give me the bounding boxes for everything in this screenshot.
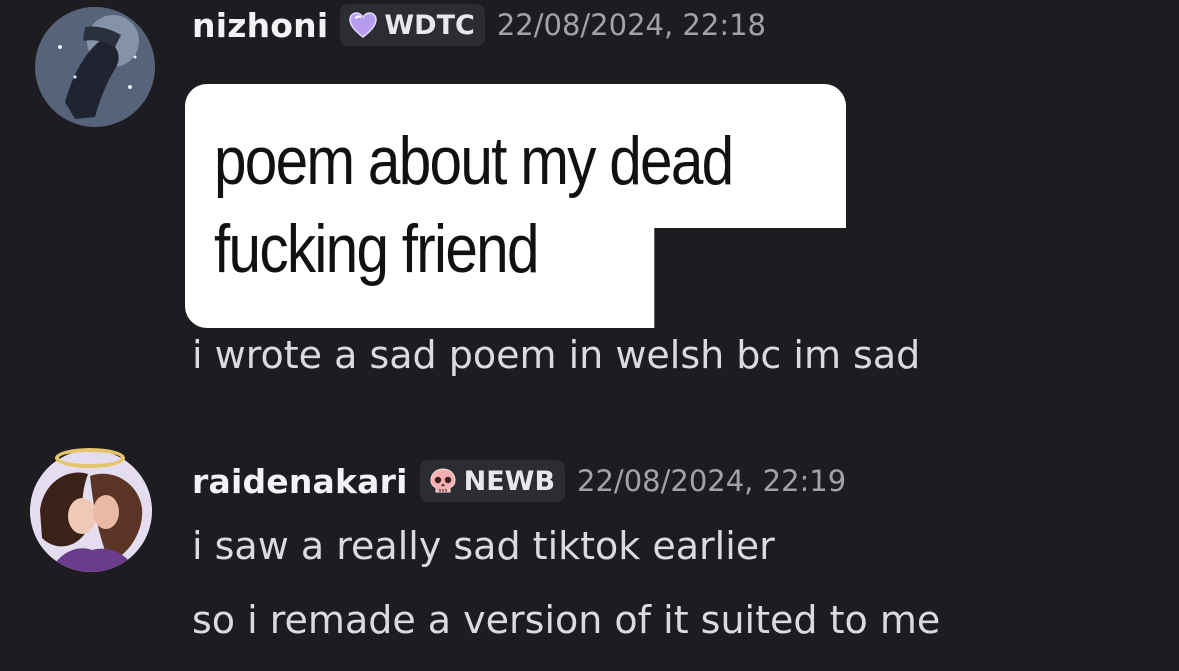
role-badge[interactable]: WDTC: [340, 4, 485, 46]
avatar-couple-icon: [30, 450, 152, 572]
role-badge[interactable]: NEWB: [419, 460, 566, 502]
halo-icon: [55, 448, 125, 468]
chat-log: nizhoni WDTC 22/08/2024, 22:18 poem abou…: [0, 0, 1179, 671]
avatar-figure-icon: [35, 7, 155, 127]
message-text: so i remade a version of it suited to me: [192, 598, 941, 642]
badge-label: NEWB: [463, 465, 556, 497]
skull-icon: [430, 468, 456, 493]
timestamp: 22/08/2024, 22:19: [577, 464, 847, 498]
message-text: i wrote a sad poem in welsh bc im sad: [192, 333, 921, 377]
timestamp: 22/08/2024, 22:18: [496, 8, 766, 42]
caption-overlay-text: poem about my dead fucking friend: [214, 123, 734, 287]
message: raidenakari NEWB 22/08/2024, 22:19 i saw…: [0, 440, 1179, 671]
message-header: nizhoni WDTC 22/08/2024, 22:18: [192, 4, 766, 46]
avatar[interactable]: [30, 450, 152, 572]
username[interactable]: nizhoni: [192, 6, 328, 45]
avatar[interactable]: [35, 7, 155, 127]
username[interactable]: raidenakari: [192, 462, 408, 501]
message-header: raidenakari NEWB 22/08/2024, 22:19: [192, 460, 846, 502]
purple-heart-icon: [349, 12, 378, 38]
message-text: i saw a really sad tiktok earlier: [192, 524, 775, 568]
badge-label: WDTC: [384, 9, 475, 41]
message: nizhoni WDTC 22/08/2024, 22:18 poem abou…: [0, 0, 1179, 420]
